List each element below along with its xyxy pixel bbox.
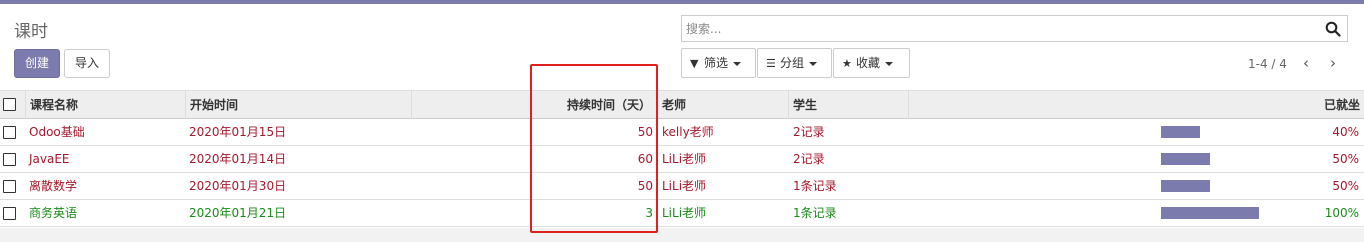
search-bar: [681, 15, 1348, 42]
column-header-course[interactable]: 课程名称: [25, 91, 185, 119]
table-footer: [0, 228, 1364, 242]
create-button[interactable]: 创建: [14, 49, 60, 78]
table-row[interactable]: 离散数学 2020年01月30日 50 LiLi老师 1条记录 50%: [0, 173, 1364, 200]
course-name-cell: 商务英语: [29, 206, 78, 220]
students-cell: 2记录: [793, 125, 825, 139]
start-date-cell: 2020年01月30日: [189, 179, 287, 193]
duration-cell: 50: [637, 125, 653, 139]
table-row[interactable]: Odoo基础 2020年01月15日 50 kelly老师 2记录 40%: [0, 119, 1364, 146]
table-row[interactable]: 商务英语 2020年01月21日 3 LiLi老师 1条记录 100%: [0, 200, 1364, 227]
select-all-checkbox[interactable]: [3, 98, 16, 111]
favorites-label: 收藏: [856, 56, 881, 70]
seated-progress-fill: [1161, 180, 1210, 192]
row-checkbox[interactable]: [3, 153, 16, 166]
page-title: 课时: [14, 22, 48, 42]
search-icon[interactable]: [1325, 21, 1341, 37]
course-name-cell: Odoo基础: [29, 125, 85, 139]
seated-progress-bar: [1161, 180, 1259, 192]
seated-progress-bar: [1161, 153, 1259, 165]
chevron-down-icon: [733, 61, 742, 66]
seated-progress-bar: [1161, 126, 1259, 138]
start-date-cell: 2020年01月15日: [189, 125, 287, 139]
column-header-students[interactable]: 学生: [788, 91, 908, 119]
filter-label: 筛选: [704, 56, 729, 70]
start-date-cell: 2020年01月14日: [189, 152, 287, 166]
seated-percent-cell: 50%: [1332, 152, 1359, 166]
filter-dropdown[interactable]: ▼ 筛选: [681, 48, 756, 78]
list-icon: ☰: [766, 57, 776, 70]
seated-progress-bar: [1161, 207, 1259, 219]
teacher-cell: LiLi老师: [662, 179, 707, 193]
seated-percent-cell: 40%: [1332, 125, 1359, 139]
teacher-cell: LiLi老师: [662, 206, 707, 220]
pager-previous-icon[interactable]: ‹: [1299, 55, 1313, 71]
favorites-dropdown[interactable]: ★ 收藏: [833, 48, 910, 78]
table-header: 课程名称 开始时间 持续时间（天） 老师 学生 已就坐: [0, 90, 1364, 119]
column-header-teacher[interactable]: 老师: [657, 91, 788, 119]
seated-progress-fill: [1161, 153, 1210, 165]
start-date-cell: 2020年01月21日: [189, 206, 287, 220]
group-by-label: 分组: [780, 56, 805, 70]
chevron-down-icon: [885, 61, 894, 66]
students-cell: 2记录: [793, 152, 825, 166]
teacher-cell: kelly老师: [662, 125, 714, 139]
row-checkbox[interactable]: [3, 207, 16, 220]
seated-progress-fill: [1161, 207, 1259, 219]
column-header-seated[interactable]: 已就坐: [908, 91, 1364, 119]
seated-percent-cell: 50%: [1332, 179, 1359, 193]
pager-value[interactable]: 1-4 / 4: [1248, 57, 1287, 71]
chevron-down-icon: [809, 61, 818, 66]
row-checkbox[interactable]: [3, 126, 16, 139]
import-button[interactable]: 导入: [64, 49, 110, 78]
pager-next-icon[interactable]: ›: [1326, 55, 1340, 71]
duration-cell: 3: [645, 206, 653, 220]
top-navbar: [0, 0, 1364, 4]
seated-percent-cell: 100%: [1324, 206, 1359, 220]
column-header-duration[interactable]: 持续时间（天）: [411, 91, 657, 119]
column-header-start-date[interactable]: 开始时间: [185, 91, 411, 119]
table-row[interactable]: JavaEE 2020年01月14日 60 LiLi老师 2记录 50%: [0, 146, 1364, 173]
students-cell: 1条记录: [793, 179, 837, 193]
seated-progress-fill: [1161, 126, 1201, 138]
students-cell: 1条记录: [793, 206, 837, 220]
duration-cell: 50: [637, 179, 653, 193]
search-input[interactable]: [686, 19, 1306, 39]
teacher-cell: LiLi老师: [662, 152, 707, 166]
course-name-cell: JavaEE: [29, 152, 70, 166]
star-icon: ★: [842, 57, 852, 70]
row-checkbox[interactable]: [3, 180, 16, 193]
group-by-dropdown[interactable]: ☰ 分组: [757, 48, 832, 78]
duration-cell: 60: [637, 152, 653, 166]
filter-icon: ▼: [690, 57, 699, 70]
course-name-cell: 离散数学: [29, 179, 78, 193]
